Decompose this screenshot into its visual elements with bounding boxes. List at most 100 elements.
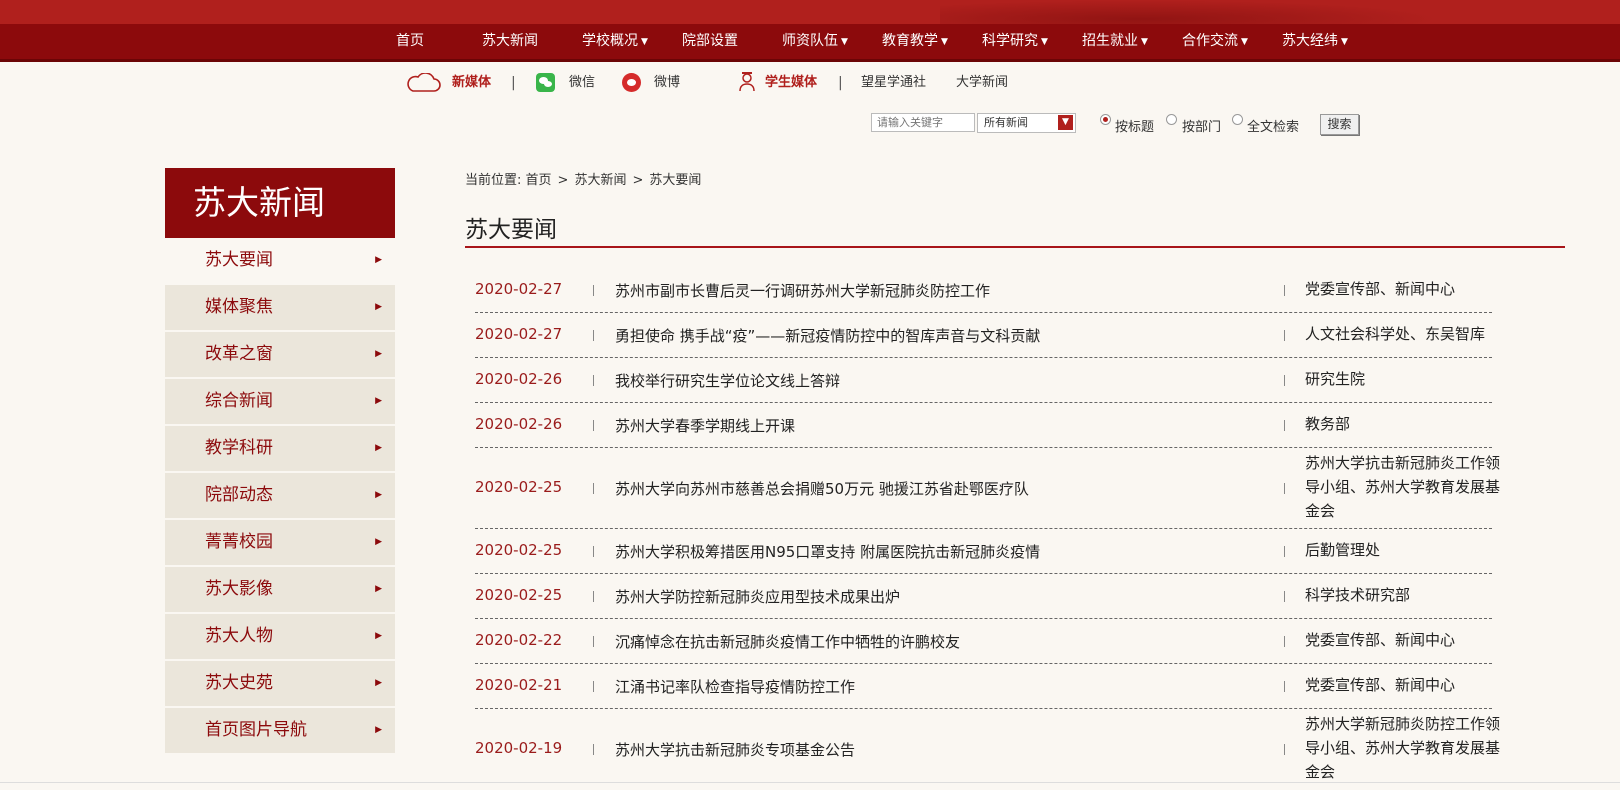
chevron-down-icon: ▼ bbox=[1241, 37, 1248, 47]
nav-item-news[interactable]: 苏大新闻 bbox=[482, 24, 538, 59]
news-row[interactable]: 2020-02-27 苏州市副市长曹后灵一行调研苏州大学新冠肺炎防控工作 党委宣… bbox=[475, 268, 1492, 313]
wechat-link[interactable]: 微信 bbox=[569, 71, 595, 95]
news-title[interactable]: 苏州大学积极筹措医用N95口罩支持 附属医院抗击新冠肺炎疫情 bbox=[615, 541, 1040, 562]
title-divider bbox=[465, 246, 1565, 248]
news-date: 2020-02-25 bbox=[475, 541, 563, 559]
separator bbox=[593, 681, 594, 692]
news-date: 2020-02-22 bbox=[475, 631, 563, 649]
nav-item-about[interactable]: 学校概况 ▼ bbox=[582, 24, 648, 59]
chevron-down-icon: ▼ bbox=[1041, 37, 1048, 47]
wangxing-link[interactable]: 望星学通社 bbox=[861, 71, 926, 95]
separator: | bbox=[838, 75, 843, 91]
separator bbox=[593, 744, 594, 755]
sidebar-item-important-news[interactable]: 苏大要闻 ▶ bbox=[165, 238, 395, 283]
nav-item-admissions[interactable]: 招生就业 ▼ bbox=[1082, 24, 1148, 59]
radio-by-title[interactable] bbox=[1100, 114, 1111, 125]
news-title[interactable]: 沉痛悼念在抗击新冠肺炎疫情工作中牺牲的许鹏校友 bbox=[615, 631, 960, 652]
news-row[interactable]: 2020-02-22 沉痛悼念在抗击新冠肺炎疫情工作中牺牲的许鹏校友 党委宣传部… bbox=[475, 619, 1492, 664]
news-row[interactable]: 2020-02-26 我校举行研究生学位论文线上答辩 研究生院 bbox=[475, 358, 1492, 403]
separator bbox=[1284, 591, 1285, 602]
daxue-news-link[interactable]: 大学新闻 bbox=[956, 71, 1008, 95]
breadcrumb: 当前位置: 首页 > 苏大新闻 > 苏大要闻 bbox=[465, 169, 701, 188]
news-scope-select[interactable]: 所有新闻 ▼ bbox=[977, 113, 1076, 133]
sidebar-item-label: 苏大要闻 bbox=[205, 250, 273, 270]
nav-item-cooperation[interactable]: 合作交流 ▼ bbox=[1182, 24, 1248, 59]
nav-item-research[interactable]: 科学研究 ▼ bbox=[982, 24, 1048, 59]
news-row[interactable]: 2020-02-26 苏州大学春季学期线上开课 教务部 bbox=[475, 403, 1492, 448]
news-title[interactable]: 苏州市副市长曹后灵一行调研苏州大学新冠肺炎防控工作 bbox=[615, 280, 990, 301]
nav-item-education[interactable]: 教育教学 ▼ bbox=[882, 24, 948, 59]
sidebar-item-media-focus[interactable]: 媒体聚焦 ▶ bbox=[165, 285, 395, 330]
sidebar-item-images[interactable]: 苏大影像 ▶ bbox=[165, 567, 395, 612]
news-title[interactable]: 苏州大学向苏州市慈善总会捐赠50万元 驰援江苏省赴鄂医疗队 bbox=[615, 478, 1029, 499]
news-title[interactable]: 江涌书记率队检查指导疫情防控工作 bbox=[615, 676, 855, 697]
sidebar-item-campus[interactable]: 菁菁校园 ▶ bbox=[165, 520, 395, 565]
news-department: 后勤管理处 bbox=[1305, 541, 1381, 559]
search-input[interactable] bbox=[871, 113, 975, 132]
sidebar-item-reform[interactable]: 改革之窗 ▶ bbox=[165, 332, 395, 377]
news-title[interactable]: 我校举行研究生学位论文线上答辩 bbox=[615, 370, 840, 391]
news-department: 苏州大学新冠肺炎防控工作领导小组、苏州大学教育发展基金会 bbox=[1305, 715, 1501, 781]
separator bbox=[1284, 546, 1285, 557]
separator bbox=[593, 375, 594, 386]
news-department: 人文社会科学处、东吴智库 bbox=[1305, 325, 1486, 343]
news-date: 2020-02-26 bbox=[475, 415, 563, 433]
sidebar-item-history[interactable]: 苏大史苑 ▶ bbox=[165, 661, 395, 706]
news-row[interactable]: 2020-02-19 苏州大学抗击新冠肺炎专项基金公告 苏州大学新冠肺炎防控工作… bbox=[475, 709, 1500, 787]
weibo-icon[interactable] bbox=[622, 73, 641, 92]
sidebar-item-label: 改革之窗 bbox=[205, 344, 273, 364]
radio-full-text[interactable] bbox=[1232, 114, 1243, 125]
sidebar-item-label: 苏大影像 bbox=[205, 579, 273, 599]
radio-label-by-department: 按部门 bbox=[1182, 120, 1222, 135]
news-date: 2020-02-25 bbox=[475, 586, 563, 604]
news-title[interactable]: 勇担使命 携手战“疫”——新冠疫情防控中的智库声音与文科贡献 bbox=[615, 325, 1040, 346]
separator bbox=[593, 591, 594, 602]
weibo-link[interactable]: 微博 bbox=[654, 71, 680, 95]
chevron-right-icon: ▶ bbox=[375, 443, 382, 453]
breadcrumb-home[interactable]: 首页 bbox=[526, 173, 552, 188]
chevron-down-icon: ▼ bbox=[1141, 37, 1148, 47]
breadcrumb-separator: > bbox=[557, 173, 569, 188]
news-row[interactable]: 2020-02-21 江涌书记率队检查指导疫情防控工作 党委宣传部、新闻中心 bbox=[475, 664, 1492, 709]
nav-item-home[interactable]: 首页 bbox=[396, 24, 424, 59]
nav-item-jingwei[interactable]: 苏大经纬 ▼ bbox=[1282, 24, 1348, 59]
news-title[interactable]: 苏州大学春季学期线上开课 bbox=[615, 415, 795, 436]
sidebar-item-label: 菁菁校园 bbox=[205, 532, 273, 552]
page-title: 苏大要闻 bbox=[465, 217, 557, 243]
chevron-right-icon: ▶ bbox=[375, 537, 382, 547]
media-bar: 新媒体 | 微信 微博 学生媒体 | 望星学通社 大学新闻 bbox=[0, 71, 1620, 95]
news-date: 2020-02-21 bbox=[475, 676, 563, 694]
news-row[interactable]: 2020-02-25 苏州大学防控新冠肺炎应用型技术成果出炉 科学技术研究部 bbox=[475, 574, 1492, 619]
sidebar-item-general-news[interactable]: 综合新闻 ▶ bbox=[165, 379, 395, 424]
search-button[interactable]: 搜索 bbox=[1320, 114, 1359, 135]
news-row[interactable]: 2020-02-25 苏州大学积极筹措医用N95口罩支持 附属医院抗击新冠肺炎疫… bbox=[475, 529, 1492, 574]
news-row[interactable]: 2020-02-25 苏州大学向苏州市慈善总会捐赠50万元 驰援江苏省赴鄂医疗队… bbox=[475, 448, 1500, 529]
campus-skyline-graphic bbox=[940, 0, 1440, 24]
radio-label-by-title: 按标题 bbox=[1115, 120, 1155, 135]
sidebar-item-people[interactable]: 苏大人物 ▶ bbox=[165, 614, 395, 659]
nav-item-departments[interactable]: 院部设置 bbox=[682, 24, 738, 59]
sidebar-item-department-news[interactable]: 院部动态 ▶ bbox=[165, 473, 395, 518]
sidebar-item-teaching-research[interactable]: 教学科研 ▶ bbox=[165, 426, 395, 471]
breadcrumb-news[interactable]: 苏大新闻 bbox=[574, 173, 626, 188]
news-row[interactable]: 2020-02-27 勇担使命 携手战“疫”——新冠疫情防控中的智库声音与文科贡… bbox=[475, 313, 1492, 358]
news-department: 科学技术研究部 bbox=[1305, 586, 1411, 604]
sidebar-title: 苏大新闻 bbox=[165, 168, 395, 238]
breadcrumb-current[interactable]: 苏大要闻 bbox=[649, 173, 701, 188]
separator bbox=[593, 330, 594, 341]
news-department: 研究生院 bbox=[1305, 370, 1366, 388]
sidebar-item-label: 苏大史苑 bbox=[205, 673, 273, 693]
chevron-right-icon: ▶ bbox=[375, 725, 382, 735]
chevron-right-icon: ▶ bbox=[375, 396, 382, 406]
separator bbox=[1284, 420, 1285, 431]
chevron-right-icon: ▶ bbox=[375, 678, 382, 688]
cloud-icon bbox=[407, 73, 441, 92]
news-scope-value: 所有新闻 bbox=[984, 116, 1028, 129]
news-title[interactable]: 苏州大学防控新冠肺炎应用型技术成果出炉 bbox=[615, 586, 900, 607]
news-title[interactable]: 苏州大学抗击新冠肺炎专项基金公告 bbox=[615, 739, 855, 760]
radio-by-department[interactable] bbox=[1166, 114, 1177, 125]
nav-item-faculty[interactable]: 师资队伍 ▼ bbox=[782, 24, 848, 59]
wechat-icon[interactable] bbox=[536, 73, 555, 92]
sidebar-item-picture-nav[interactable]: 首页图片导航 ▶ bbox=[165, 708, 395, 753]
news-date: 2020-02-26 bbox=[475, 370, 563, 388]
